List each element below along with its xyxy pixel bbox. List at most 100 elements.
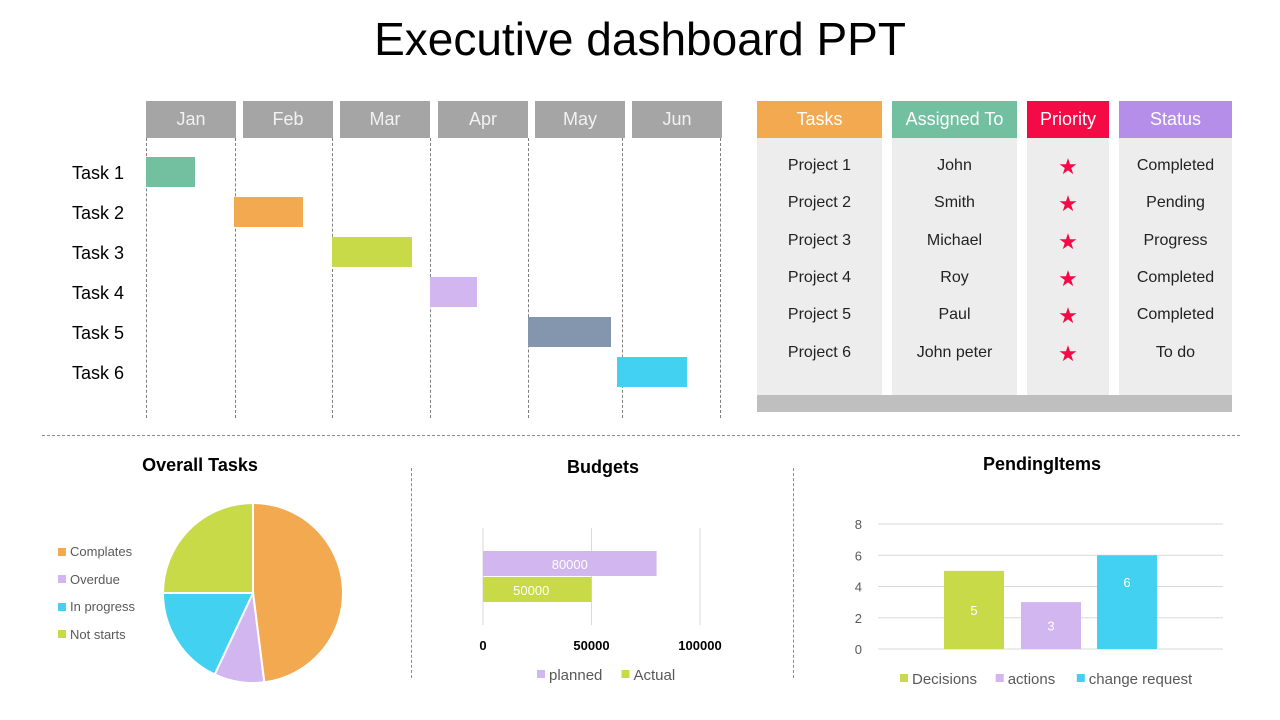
table-footer-bar [757, 395, 1232, 412]
pending-legend-swatch [995, 674, 1004, 682]
pending-y-tick: 8 [855, 517, 862, 532]
chart-divider-2 [793, 468, 794, 678]
section-divider [42, 435, 1240, 436]
chart-divider-1 [411, 468, 412, 678]
gantt-month-header: Jan [146, 101, 236, 138]
gantt-task-label: Task 1 [72, 163, 125, 183]
table-header-priority: Priority [1027, 101, 1109, 138]
table-cell-tasks: Project 3 [787, 231, 852, 249]
table-cell-tasks: Project 5 [787, 306, 852, 324]
gantt-bar [528, 317, 611, 347]
gantt-task-label: Task 2 [72, 203, 125, 223]
table-cell-status: Completed [1136, 157, 1215, 174]
table-column-assigned-to [892, 101, 1017, 412]
pending-legend-label: Decisions [912, 671, 977, 688]
pending-y-tick: 4 [855, 580, 862, 595]
table-cell-status: Progress [1143, 231, 1208, 249]
budget-legend-swatch [537, 670, 545, 678]
table-cell-status: To do [1155, 343, 1196, 361]
budget-legend-label: planned [549, 667, 602, 684]
pending-bar [1097, 555, 1157, 649]
gantt-month-header: Jun [632, 101, 722, 138]
pie-legend-item: Not starts [58, 627, 126, 642]
priority-star-icon: ★ [1058, 303, 1078, 329]
pie-chart-title: Overall Tasks [142, 455, 258, 475]
table-cell-tasks: Project 2 [787, 194, 852, 212]
pending-y-tick: 0 [855, 642, 862, 657]
gantt-month-header: Feb [243, 101, 333, 138]
budget-x-tick: 50000 [573, 638, 609, 653]
pending-y-tick: 2 [855, 611, 862, 626]
budget-x-tick: 0 [479, 638, 486, 653]
table-column-status [1119, 101, 1232, 412]
priority-star-icon: ★ [1058, 154, 1078, 179]
table-cell-assigned-to: Roy [940, 268, 969, 286]
pending-legend-label: actions [1008, 671, 1056, 688]
legend-swatch [58, 602, 66, 611]
gantt-task-label: Task 3 [72, 243, 125, 263]
table-cell-tasks: Project 6 [787, 343, 852, 361]
gantt-task-label: Task 6 [72, 363, 125, 383]
gantt-month-header: Mar [340, 101, 430, 138]
gantt-task-label: Task 5 [72, 323, 125, 343]
table-header-assigned-to: Assigned To [892, 101, 1017, 138]
priority-star-icon: ★ [1058, 228, 1078, 254]
table-cell-assigned-to: Michael [926, 231, 983, 249]
pending-legend-label: change request [1089, 671, 1193, 688]
legend-swatch [58, 575, 66, 583]
priority-star-icon: ★ [1058, 191, 1078, 217]
table-cell-assigned-to: John [937, 157, 972, 174]
legend-swatch [58, 547, 66, 556]
table-cell-status: Completed [1136, 268, 1215, 286]
gantt-bar [146, 157, 195, 187]
legend-label: Complates [70, 544, 133, 559]
gantt-bar [430, 277, 478, 307]
gantt-task-label: Task 4 [72, 283, 125, 303]
gantt-bar [234, 197, 303, 227]
gantt-gridline [720, 138, 721, 418]
pending-bar-label: 5 [970, 603, 977, 618]
gantt-gridline [528, 138, 529, 418]
pending-y-tick: 6 [855, 548, 862, 563]
legend-label: Not starts [70, 626, 126, 642]
table-header-status: Status [1119, 101, 1232, 138]
gantt-month-header: May [535, 101, 625, 138]
priority-star-icon: ★ [1058, 340, 1078, 366]
budget-chart: 0 50000 1000008000050000planned Actual [479, 528, 722, 684]
gantt-gridline [332, 138, 333, 418]
budget-legend-swatch [621, 670, 630, 678]
table-cell-assigned-to: Smith [934, 194, 975, 212]
pending-bar-label: 3 [1047, 619, 1054, 634]
pending-legend-swatch [1076, 674, 1085, 682]
gantt-bar [332, 237, 413, 267]
pie-legend-item: Complates [58, 544, 132, 559]
priority-star-icon: ★ [1058, 265, 1078, 291]
table-cell-status: Pending [1146, 194, 1205, 212]
table-cell-assigned-to: Paul [938, 306, 971, 324]
gantt-gridline [235, 138, 236, 418]
budget-legend-label: Actual [634, 667, 676, 684]
table-column-tasks [757, 101, 882, 412]
budget-chart-title: Budgets [567, 457, 639, 477]
table-cell-status: Completed [1136, 306, 1215, 324]
table-header-tasks: Tasks [757, 101, 882, 138]
gantt-month-header: Apr [438, 101, 528, 138]
page-title: Executive dashboard PPT [374, 13, 906, 65]
pending-chart: 0 2 4 6 8 5 3 6 Decisions actions change request [855, 517, 1223, 688]
table-cell-tasks: Project 1 [787, 157, 852, 174]
pending-chart-title: PendingItems [982, 454, 1102, 474]
budget-bar-label: 50000 [513, 583, 549, 598]
budget-bar-label: 80000 [552, 557, 588, 572]
pie-chart [161, 501, 344, 684]
pie-slice [161, 501, 254, 594]
legend-swatch [58, 630, 66, 638]
table-cell-tasks: Project 4 [787, 268, 852, 286]
legend-label: In progress [70, 599, 136, 614]
table-cell-assigned-to: John peter [916, 343, 993, 361]
pie-legend-item: Overdue [58, 572, 120, 587]
legend-label: Overdue [70, 571, 120, 587]
pie-legend-item: In progress [58, 599, 135, 614]
budget-x-tick: 100000 [678, 638, 721, 653]
pending-bar-label: 6 [1123, 575, 1130, 590]
pie-slice [252, 501, 344, 684]
